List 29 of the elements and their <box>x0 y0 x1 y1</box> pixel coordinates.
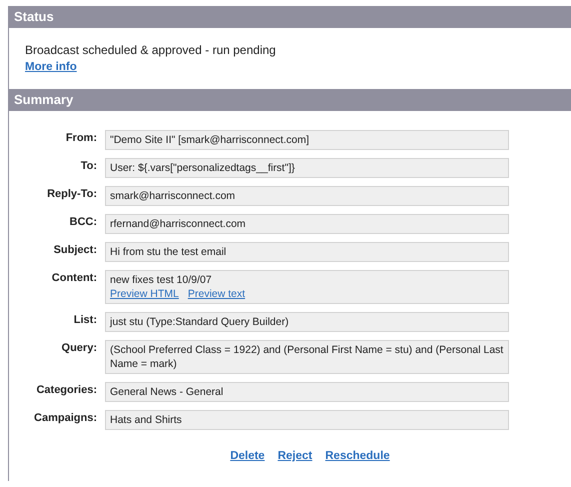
section-header: Summary <box>9 89 571 111</box>
action-link[interactable]: Reschedule <box>325 450 390 462</box>
section-header: Status <box>9 6 571 28</box>
field-value: rfernand@harrisconnect.com <box>105 214 509 234</box>
action-link[interactable]: Delete <box>230 450 265 462</box>
field-value: General News - General <box>105 382 509 402</box>
preview-link[interactable]: Preview HTML <box>110 287 179 301</box>
more-info-link[interactable]: More info <box>25 61 77 73</box>
field-value: User: ${.vars["personalizedtags__first"]} <box>105 158 509 178</box>
action-link[interactable]: Reject <box>278 450 312 462</box>
field-label: Categories: <box>35 383 97 398</box>
field-label: Query: <box>60 341 97 356</box>
field-value: (School Preferred Class = 1922) and (Personal First Name = stu) and (Personal Last Name = mark) <box>105 340 509 374</box>
status-message: Broadcast scheduled & approved - run pending <box>25 42 277 58</box>
field-label: From: <box>64 131 97 146</box>
field-value: just stu (Type:Standard Query Builder) <box>105 312 509 332</box>
field-label: Reply-To: <box>46 187 97 202</box>
preview-link[interactable]: Preview text <box>188 287 246 301</box>
field-value: Hi from stu the test email <box>105 242 509 262</box>
field-label: To: <box>80 159 97 174</box>
field-text: new fixes test 10/9/07 <box>110 274 212 286</box>
field-label: List: <box>72 313 97 328</box>
field-label: Content: <box>50 271 97 286</box>
field-label: Campaigns: <box>33 411 97 426</box>
field-value: smark@harrisconnect.com <box>105 186 509 206</box>
field-label: Subject: <box>52 243 97 258</box>
field-value: "Demo Site II" [smark@harrisconnect.com] <box>105 130 509 150</box>
field-label: BCC: <box>68 215 97 230</box>
field-value: Hats and Shirts <box>105 410 509 430</box>
